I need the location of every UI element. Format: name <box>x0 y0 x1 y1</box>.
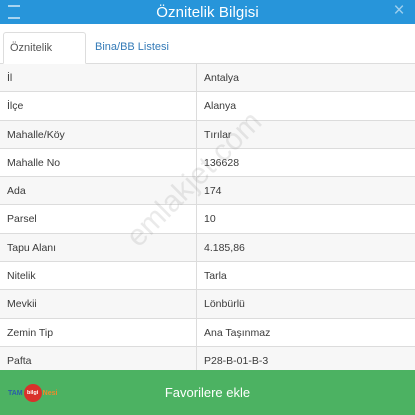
close-icon[interactable]: × <box>391 1 407 21</box>
table-row: İl Antalya <box>0 64 415 93</box>
tab-oznitelik-bilgisi[interactable]: Öznitelik Bilgisi <box>3 32 86 84</box>
row-key: Ada <box>7 185 26 198</box>
table-row: Tapu Alanı 4.185,86 <box>0 233 415 263</box>
title-bar: Öznitelik Bilgisi × <box>0 0 415 24</box>
row-value: 10 <box>196 205 415 233</box>
row-key: Mahalle/Köy <box>7 128 65 141</box>
table-row: Mevkii Lönbürlü <box>0 290 415 319</box>
row-value: Alanya <box>196 92 415 120</box>
row-key: Mevkii <box>7 298 37 311</box>
row-key: Zemin Tip <box>7 326 54 339</box>
favorite-button[interactable]: TAM bilgi Nesi Favorilere ekle <box>0 370 415 415</box>
attribute-table: İl Antalya İlçe Alanya Mahalle/Köy Tırıl… <box>0 64 415 376</box>
tab-bina-bb-listesi[interactable]: Bina/BB Listesi <box>89 32 175 64</box>
table-row: Nitelik Tarla <box>0 262 415 291</box>
row-key: İl <box>7 72 13 84</box>
page-title: Öznitelik Bilgisi <box>156 3 259 21</box>
table-row: Mahalle No 136628 <box>0 148 415 178</box>
row-key: Mahalle No <box>7 156 61 169</box>
row-value: Tarla <box>196 262 415 290</box>
row-value: 174 <box>196 177 415 205</box>
table-row: Zemin Tip Ana Taşınmaz <box>0 318 415 347</box>
table-row: İlçe Alanya <box>0 92 415 121</box>
favorite-button-label: Favorilere ekle <box>164 385 251 400</box>
row-value: 4.185,86 <box>196 233 415 262</box>
table-row: Ada 174 <box>0 177 415 206</box>
row-value: Lönbürlü <box>196 290 415 318</box>
row-value: 136628 <box>196 148 415 177</box>
row-value: Antalya <box>196 64 415 92</box>
row-value: Ana Taşınmaz <box>196 318 415 346</box>
row-key: İlçe <box>7 100 24 113</box>
row-value: Tırılar <box>196 120 415 148</box>
row-key: Parsel <box>7 213 37 226</box>
row-key: Nitelik <box>7 270 36 283</box>
menu-icon[interactable] <box>8 3 24 19</box>
table-row: Mahalle/Köy Tırılar <box>0 120 415 149</box>
row-key: Tapu Alanı <box>7 241 57 254</box>
tab-bar: Öznitelik Bilgisi Bina/BB Listesi <box>0 24 415 84</box>
table-row: Parsel 10 <box>0 205 415 234</box>
